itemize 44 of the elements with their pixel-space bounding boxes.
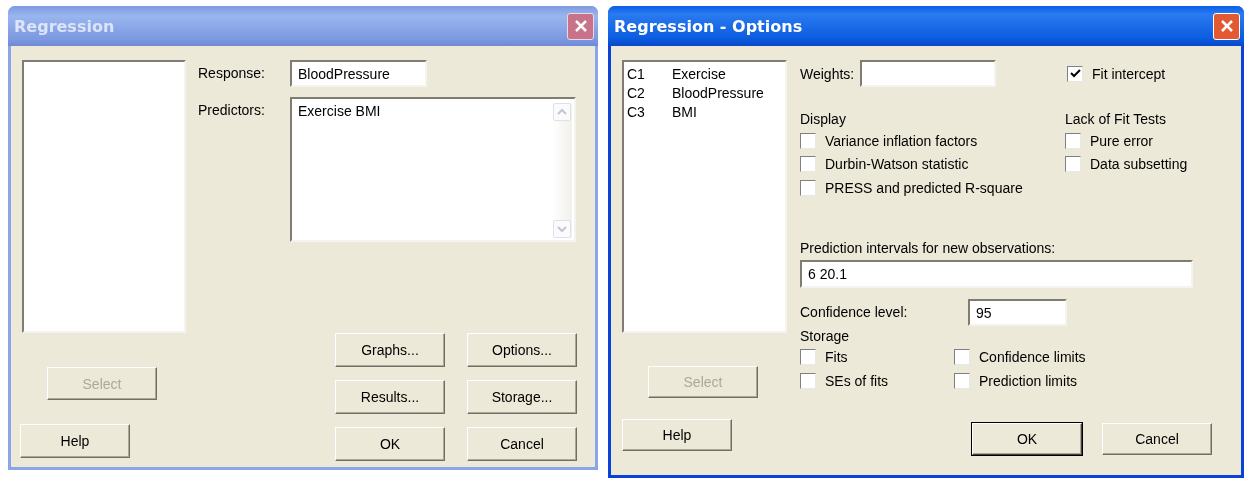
checkbox-label: Prediction limits <box>979 372 1078 389</box>
checkbox[interactable] <box>954 372 970 389</box>
confidence-label: Confidence level: <box>800 304 909 320</box>
weights-field[interactable] <box>860 60 997 87</box>
checkbox[interactable] <box>1065 156 1081 173</box>
predictors-label: Predictors: <box>198 101 266 118</box>
group-title: Storage <box>800 326 851 346</box>
checkbox[interactable] <box>954 349 970 366</box>
group-title: Lack of Fit Tests <box>1065 110 1167 129</box>
dialog-button[interactable]: Cancel <box>1102 422 1212 455</box>
close-icon <box>573 19 588 33</box>
prediction-label: Prediction intervals for new observations: <box>800 238 1057 258</box>
help-button[interactable]: Help <box>622 419 732 451</box>
prediction-field[interactable]: 6 20.1 <box>800 259 1193 288</box>
response-label: Response: <box>198 64 266 81</box>
column-name[interactable]: Exercise <box>672 65 726 84</box>
column-id[interactable]: C2 <box>627 84 672 103</box>
checkbox-label: Fits <box>825 349 848 366</box>
checkbox-label: Fit intercept <box>1092 65 1166 82</box>
checkbox-label: Pure error <box>1090 132 1154 149</box>
checkbox[interactable] <box>1067 65 1083 82</box>
close-icon <box>1219 19 1234 33</box>
column-id[interactable]: C1 <box>627 65 672 84</box>
checkbox[interactable] <box>1065 132 1081 149</box>
dialog-button[interactable]: OK <box>972 422 1082 455</box>
checkbox[interactable] <box>800 349 816 366</box>
checkbox-label: Confidence limits <box>979 349 1086 366</box>
group-title: Display <box>800 110 847 129</box>
checkbox-label: PRESS and predicted R-square <box>825 179 1023 196</box>
column-name[interactable]: BloodPressure <box>672 84 764 103</box>
checkbox[interactable] <box>800 156 816 173</box>
checkbox-label: Variance inflation factors <box>825 132 978 149</box>
checkbox-label: SEs of fits <box>825 372 889 389</box>
weights-label: Weights: <box>800 65 855 82</box>
column-id[interactable]: C3 <box>627 103 672 122</box>
checkbox[interactable] <box>800 179 816 196</box>
checkbox[interactable] <box>800 372 816 389</box>
window-title: Regression - Options <box>614 16 803 36</box>
column-name[interactable]: BMI <box>672 103 697 122</box>
checkbox-label: Durbin-Watson statistic <box>825 156 969 173</box>
window-title: Regression <box>14 16 115 36</box>
checkbox[interactable] <box>800 132 816 149</box>
confidence-field[interactable]: 95 <box>968 298 1067 326</box>
checkbox-label: Data subsetting <box>1090 156 1188 173</box>
